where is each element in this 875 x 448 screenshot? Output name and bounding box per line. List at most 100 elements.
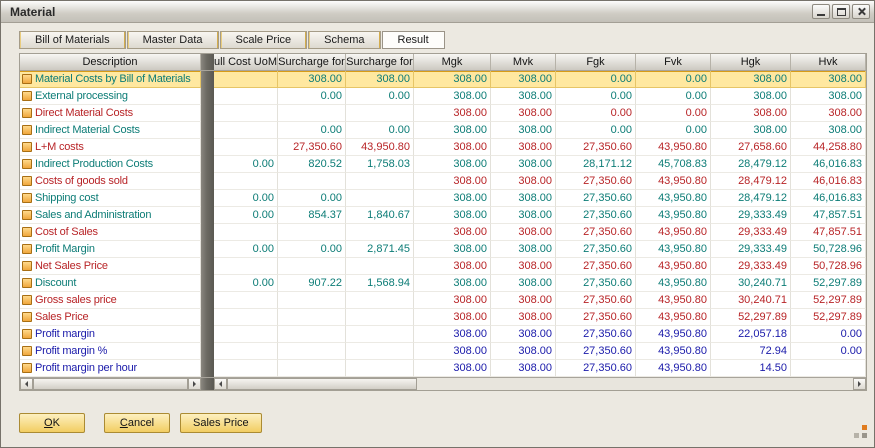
value-cell[interactable]: 47,857.51 [791, 207, 866, 224]
value-cell[interactable] [346, 343, 414, 360]
ok-button[interactable]: OK [19, 413, 85, 433]
link-arrow-icon[interactable] [22, 363, 32, 373]
pane-splitter[interactable] [201, 71, 214, 88]
description-cell[interactable]: Sales and Administration [20, 207, 201, 224]
value-cell[interactable]: 28,479.12 [711, 190, 791, 207]
value-cell[interactable]: 0.00 [556, 122, 636, 139]
scrollbar-thumb[interactable] [227, 378, 417, 390]
link-arrow-icon[interactable] [22, 261, 32, 271]
value-cell[interactable]: 308.00 [414, 122, 491, 139]
value-cell[interactable] [214, 258, 278, 275]
description-cell[interactable]: Material Costs by Bill of Materials [20, 71, 201, 88]
value-cell[interactable]: 308.00 [491, 224, 556, 241]
value-cell[interactable]: 43,950.80 [346, 139, 414, 156]
link-arrow-icon[interactable] [22, 176, 32, 186]
column-header-fvk[interactable]: Fvk [636, 54, 711, 70]
value-cell[interactable]: 43,950.80 [636, 326, 711, 343]
value-cell[interactable]: 308.00 [414, 190, 491, 207]
description-cell[interactable]: Costs of goods sold [20, 173, 201, 190]
value-cell[interactable] [214, 343, 278, 360]
value-cell[interactable] [346, 173, 414, 190]
resize-grip-icon[interactable] [854, 425, 867, 438]
value-cell[interactable]: 308.00 [791, 71, 866, 88]
value-cell[interactable]: 308.00 [414, 71, 491, 88]
value-cell[interactable] [346, 309, 414, 326]
value-cell[interactable]: 308.00 [491, 173, 556, 190]
scrollbar-track[interactable] [33, 378, 188, 390]
value-cell[interactable]: 50,728.96 [791, 241, 866, 258]
description-cell[interactable]: Indirect Production Costs [20, 156, 201, 173]
value-cell[interactable]: 1,758.03 [346, 156, 414, 173]
pane-splitter[interactable] [201, 258, 214, 275]
value-cell[interactable]: 854.37 [278, 207, 346, 224]
value-cell[interactable]: 0.00 [636, 122, 711, 139]
value-cell[interactable]: 2,871.45 [346, 241, 414, 258]
values-hscrollbar[interactable] [214, 378, 866, 390]
value-cell[interactable]: 308.00 [414, 258, 491, 275]
value-cell[interactable]: 29,333.49 [711, 241, 791, 258]
value-cell[interactable]: 308.00 [791, 122, 866, 139]
column-header-surcharge-for[interactable]: Surcharge for [346, 54, 414, 70]
value-cell[interactable]: 308.00 [491, 258, 556, 275]
link-arrow-icon[interactable] [22, 329, 32, 339]
value-cell[interactable] [214, 224, 278, 241]
table-row[interactable]: Net Sales Price308.00308.0027,350.6043,9… [20, 258, 866, 275]
value-cell[interactable]: 308.00 [491, 275, 556, 292]
value-cell[interactable]: 0.00 [556, 105, 636, 122]
pane-splitter[interactable] [201, 139, 214, 156]
description-cell[interactable]: Sales Price [20, 309, 201, 326]
value-cell[interactable]: 27,350.60 [556, 241, 636, 258]
pane-splitter[interactable] [201, 241, 214, 258]
value-cell[interactable]: 0.00 [556, 71, 636, 88]
value-cell[interactable]: 0.00 [791, 326, 866, 343]
value-cell[interactable] [214, 71, 278, 88]
value-cell[interactable]: 308.00 [414, 139, 491, 156]
link-arrow-icon[interactable] [22, 193, 32, 203]
description-cell[interactable]: Profit margin per hour [20, 360, 201, 377]
value-cell[interactable]: 308.00 [414, 207, 491, 224]
value-cell[interactable] [214, 309, 278, 326]
value-cell[interactable]: 28,479.12 [711, 156, 791, 173]
value-cell[interactable]: 27,350.60 [556, 139, 636, 156]
value-cell[interactable]: 44,258.80 [791, 139, 866, 156]
value-cell[interactable]: 27,350.60 [278, 139, 346, 156]
link-arrow-icon[interactable] [22, 125, 32, 135]
value-cell[interactable]: 27,350.60 [556, 326, 636, 343]
value-cell[interactable]: 27,350.60 [556, 292, 636, 309]
value-cell[interactable] [278, 309, 346, 326]
column-header-mgk[interactable]: Mgk [414, 54, 491, 70]
value-cell[interactable]: 907.22 [278, 275, 346, 292]
table-row[interactable]: Indirect Material Costs0.000.00308.00308… [20, 122, 866, 139]
value-cell[interactable]: 308.00 [491, 88, 556, 105]
value-cell[interactable] [346, 258, 414, 275]
value-cell[interactable]: 0.00 [346, 88, 414, 105]
value-cell[interactable]: 45,708.83 [636, 156, 711, 173]
value-cell[interactable]: 52,297.89 [791, 292, 866, 309]
value-cell[interactable] [214, 326, 278, 343]
value-cell[interactable]: 308.00 [711, 88, 791, 105]
link-arrow-icon[interactable] [22, 108, 32, 118]
value-cell[interactable]: 43,950.80 [636, 343, 711, 360]
value-cell[interactable]: 0.00 [556, 88, 636, 105]
value-cell[interactable]: 0.00 [278, 241, 346, 258]
value-cell[interactable]: 308.00 [491, 105, 556, 122]
pane-splitter[interactable] [201, 88, 214, 105]
minimize-button[interactable] [812, 4, 830, 19]
value-cell[interactable]: 0.00 [214, 241, 278, 258]
value-cell[interactable]: 308.00 [414, 343, 491, 360]
table-row[interactable]: Sales and Administration0.00854.371,840.… [20, 207, 866, 224]
column-header-description[interactable]: Description [20, 54, 201, 70]
value-cell[interactable]: 820.52 [278, 156, 346, 173]
pane-splitter[interactable] [201, 292, 214, 309]
value-cell[interactable]: 43,950.80 [636, 224, 711, 241]
value-cell[interactable]: 0.00 [636, 71, 711, 88]
value-cell[interactable]: 43,950.80 [636, 190, 711, 207]
value-cell[interactable] [346, 105, 414, 122]
column-header-hgk[interactable]: Hgk [711, 54, 791, 70]
value-cell[interactable]: 308.00 [414, 326, 491, 343]
value-cell[interactable]: 43,950.80 [636, 275, 711, 292]
value-cell[interactable]: 308.00 [414, 105, 491, 122]
value-cell[interactable] [214, 360, 278, 377]
column-header-mvk[interactable]: Mvk [491, 54, 556, 70]
link-arrow-icon[interactable] [22, 210, 32, 220]
